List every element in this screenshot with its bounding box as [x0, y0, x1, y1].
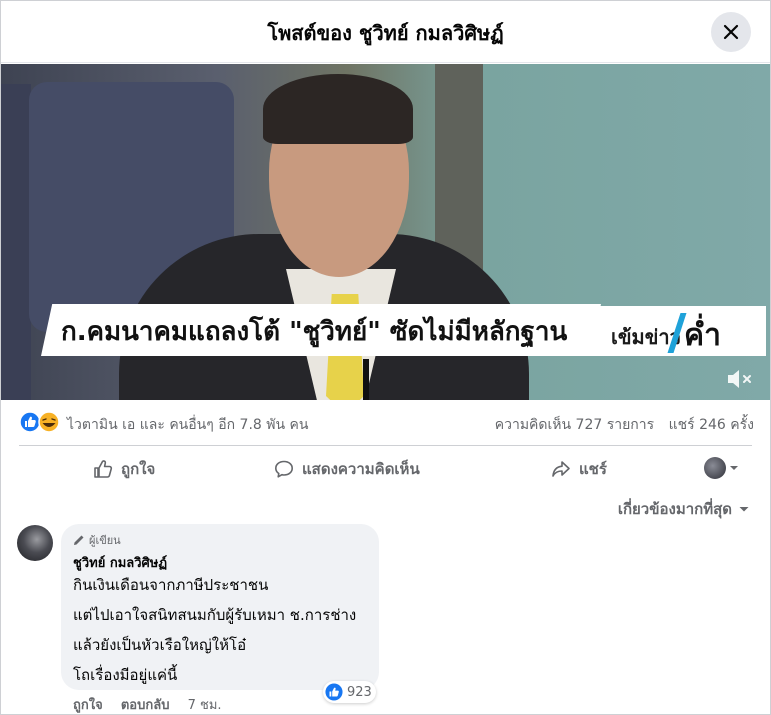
pencil-icon [74, 535, 84, 545]
mute-icon[interactable] [725, 366, 755, 392]
comment-like-count: 923 [347, 684, 372, 700]
comment-reaction-count[interactable]: 923 [323, 681, 376, 703]
post-action-bar: ถูกใจ แสดงความคิดเห็น แชร์ [19, 453, 752, 485]
author-badge: ผู้เขียน [73, 531, 121, 549]
video-speaker-hair [263, 74, 413, 144]
video-player[interactable]: ก.คมนาคมแถลงโต้ "ชูวิทย์" ซัดไม่มีหลักฐา… [1, 64, 770, 400]
comment-line: แต่ไปเอาใจสนิทสนมกับผู้รับเหมา ช.การช่าง [73, 606, 357, 624]
like-label: ถูกใจ [121, 460, 156, 478]
chevron-down-icon [730, 466, 738, 470]
reaction-icons[interactable] [19, 411, 63, 433]
author-badge-label: ผู้เขียน [89, 534, 121, 547]
divider [19, 445, 752, 446]
comment-timestamp[interactable]: 7 ชม. [188, 698, 222, 713]
commenter-avatar[interactable] [17, 525, 53, 561]
comment-count[interactable]: ความคิดเห็น 727 รายการ [495, 417, 654, 433]
comment-line: แล้วยังเป็นหัวเรือใหญ่ให้โอ๋ [73, 636, 247, 654]
comment-like-button[interactable]: ถูกใจ [73, 698, 103, 713]
video-microphone [363, 359, 369, 400]
dialog-title: โพสต์ของ ชูวิทย์ กมลวิศิษฏ์ [267, 21, 504, 45]
like-icon [94, 460, 113, 478]
comment-author[interactable]: ชูวิทย์ กมลวิศิษฏ์ [73, 552, 167, 573]
dialog-header: โพสต์ของ ชูวิทย์ กมลวิศิษฏ์ [1, 1, 770, 63]
video-brand-part2: ค่ำ [684, 318, 721, 353]
profile-selector[interactable] [704, 457, 740, 479]
comment-sort-dropdown[interactable]: เกี่ยวข้องมากที่สุด [618, 497, 750, 521]
sort-label: เกี่ยวข้องมากที่สุด [617, 500, 732, 518]
comment-button[interactable]: แสดงความคิดเห็น [274, 453, 420, 485]
post-stats: ไวตามิน เอ และ คนอื่นๆ อีก 7.8 พัน คน คว… [19, 411, 754, 435]
comment-icon [275, 460, 293, 478]
share-count[interactable]: แชร์ 246 ครั้ง [669, 417, 754, 433]
stats-counts: ความคิดเห็น 727 รายการ แชร์ 246 ครั้ง [485, 414, 754, 436]
share-button[interactable]: แชร์ [551, 453, 607, 485]
comment-label: แสดงความคิดเห็น [302, 460, 420, 478]
chevron-down-icon [739, 507, 749, 512]
comment-line: กินเงินเดือนจากภาษีประชาชน [73, 576, 269, 594]
video-headline: ก.คมนาคมแถลงโต้ "ชูวิทย์" ซัดไม่มีหลักฐา… [61, 317, 568, 347]
like-reaction-icon [325, 683, 343, 701]
comment-line: โถเรื่องมีอยู่แค่นี้ [73, 666, 178, 684]
reactions-summary[interactable]: ไวตามิน เอ และ คนอื่นๆ อีก 7.8 พัน คน [67, 414, 308, 436]
like-button[interactable]: ถูกใจ [93, 453, 155, 485]
close-button[interactable] [711, 12, 751, 52]
comment-bubble: ผู้เขียน ชูวิทย์ กมลวิศิษฏ์ กินเงินเดือน… [61, 524, 379, 690]
share-label: แชร์ [579, 460, 607, 478]
comment-reply-button[interactable]: ตอบกลับ [121, 698, 170, 713]
share-icon [552, 461, 570, 477]
comment-actions: ถูกใจ ตอบกลับ 7 ชม. [73, 694, 222, 714]
video-background [1, 84, 31, 400]
post-dialog: โพสต์ของ ชูวิทย์ กมลวิศิษฏ์ ก.คมนาคมแถลง… [0, 0, 771, 715]
close-icon [723, 24, 739, 40]
profile-avatar [704, 457, 726, 479]
